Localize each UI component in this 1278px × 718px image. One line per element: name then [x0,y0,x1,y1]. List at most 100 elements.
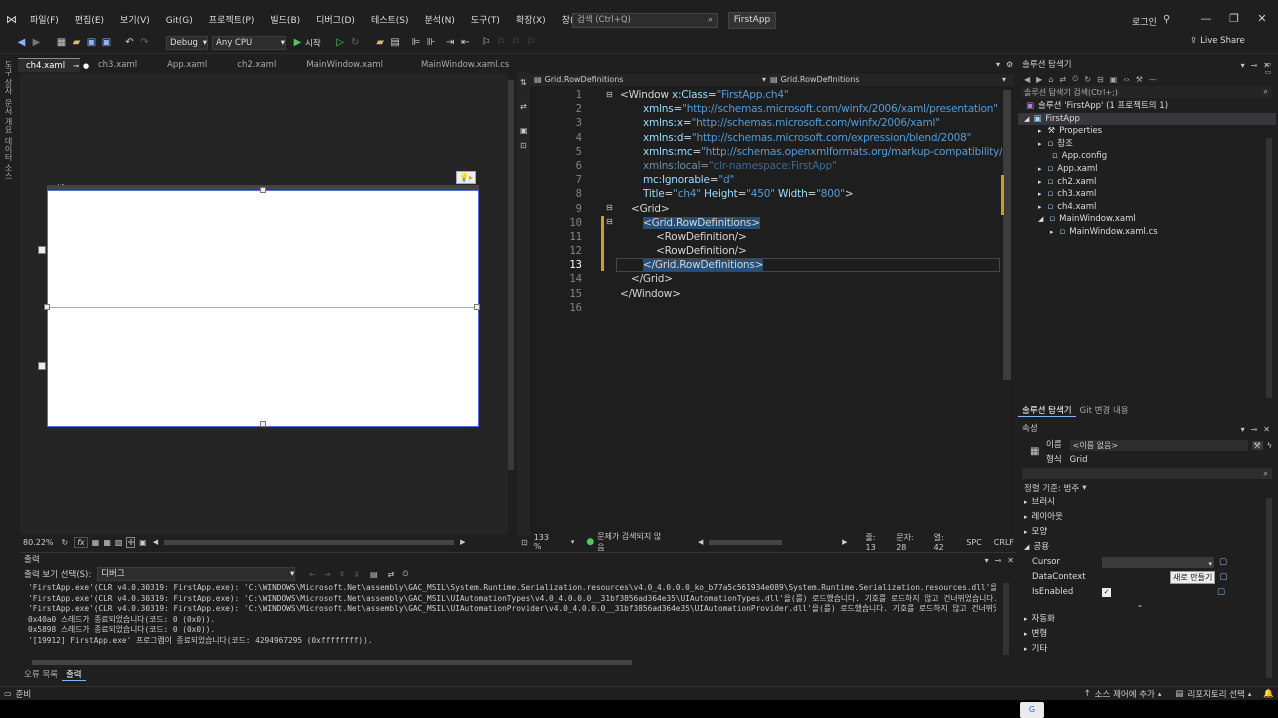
resize-handle-left[interactable] [44,304,50,310]
bookmark-next-icon[interactable]: ⚐ [511,37,522,48]
designer-scrollbar[interactable] [508,80,514,470]
new-datacontext-button[interactable]: 새로 만들기 [1170,571,1216,584]
tab-data-sources[interactable]: 데이터 소스 [3,137,14,180]
scroll-right-icon[interactable]: ▶ [842,538,847,546]
indent-icon[interactable]: ⇥ [445,37,456,48]
save-icon[interactable]: ▣ [86,37,97,48]
tab-git-changes[interactable]: Git 변경 내용 [1076,404,1133,416]
search-box[interactable]: 검색 (Ctrl+Q) ⌕ [572,13,718,28]
pin-icon[interactable]: ⊸ [73,59,79,73]
align-center-icon[interactable]: ⊪ [426,37,437,48]
account-icon[interactable]: ⚲ [1163,14,1170,25]
snap-grid-icon[interactable]: ▦ [103,538,111,547]
modified-dot-icon[interactable]: ● [83,59,89,73]
sort-by-dropdown[interactable]: 정렬 기준: 범주 ▾ [1024,482,1086,494]
output-vscroll[interactable] [1003,583,1009,655]
designer-zoom[interactable]: 80.22% [23,538,54,547]
show-more-icon[interactable]: ⌄ [1024,600,1256,612]
row-divider-line[interactable] [47,307,479,308]
restore-button[interactable]: ❐ [1224,12,1244,28]
menu-extensions[interactable]: 확장(X) [508,11,554,31]
chevron-down-icon[interactable]: ▾ [1241,61,1245,70]
tab-mainwindow-xaml[interactable]: MainWindow.xaml [298,58,391,72]
char-indicator[interactable]: 문자: 28 [896,532,923,552]
snap-lines-icon[interactable]: ✛ [126,536,136,548]
layout-icon[interactable]: ▤ [390,37,401,48]
hot-reload-icon[interactable]: ↻ [350,37,361,48]
tab-ch4-xaml[interactable]: ch4.xaml ⊸ ● [18,58,89,73]
bookmark-prev-icon[interactable]: ⚐ [496,37,507,48]
minimize-button[interactable]: — [1196,12,1216,28]
design-window-canvas[interactable] [47,190,479,427]
row-size-handle-bottom[interactable] [38,362,46,370]
redo-icon[interactable]: ↷ [139,37,150,48]
find-next-icon[interactable]: ⇥ [324,570,331,579]
back-icon[interactable]: ◀ [16,37,27,48]
tab-error-list[interactable]: 오류 목록 [20,668,62,680]
menu-project[interactable]: 프로젝트(P) [201,11,263,31]
cursor-select[interactable]: ▾ [1102,557,1214,568]
scroll-left-icon[interactable]: ◀ [698,538,703,546]
go-next-icon[interactable]: ⇟ [353,570,360,579]
back-icon[interactable]: ◀ [1024,75,1030,84]
tab-app-xaml[interactable]: App.xaml [159,58,215,72]
line-ending-indicator[interactable]: CRLF [994,538,1014,547]
menu-build[interactable]: 빌드(B) [262,11,308,31]
property-search-box[interactable]: ⌕ [1022,468,1272,479]
name-input[interactable]: <이름 없음> [1069,439,1248,451]
code-map-icon[interactable]: ⊡ [520,141,527,150]
chevron-down-icon[interactable]: ▾ [1241,425,1245,434]
category-brush[interactable]: ▸ 브러시 [1024,495,1256,510]
login-link[interactable]: 로그인 [1132,15,1157,28]
settings-icon[interactable]: ⚙ [1006,60,1013,69]
artboard-icon[interactable]: ▨ [115,538,123,547]
properties-icon[interactable]: ⚒ [1136,75,1143,84]
grid-view-icon[interactable]: ▦ [92,538,100,547]
collapse-icon[interactable]: ⊟ [606,203,613,212]
pin-icon[interactable]: ⊸ [1251,425,1258,434]
pin-icon[interactable]: ⊸ [1251,61,1258,70]
element-nav-left[interactable]: ▤ Grid.RowDefinitions ▾ [530,74,766,86]
properties-wrench-icon[interactable]: ⚒ [1251,440,1263,450]
pin-icon[interactable]: ⊸ [995,556,1002,565]
output-hscroll[interactable] [32,660,632,665]
menu-analyze[interactable]: 분석(N) [417,11,463,31]
tree-item[interactable]: ▸ ▫ 참조 [1018,138,1276,151]
menu-tools[interactable]: 도구(T) [463,11,508,31]
bookmark-icon[interactable]: ⚐ [481,37,492,48]
tab-toolbox[interactable]: 도구 상자 [3,60,14,95]
chevron-right-icon[interactable]: ▸ [1038,125,1042,138]
platform-select[interactable]: Any CPU ▾ [212,35,286,50]
scroll-right-icon[interactable]: ▶ [460,538,465,546]
tree-item[interactable]: ▫ App.config [1018,150,1276,163]
tab-overflow-icon[interactable]: ▾ [996,60,1000,69]
view-code-icon[interactable]: ‹› [1123,75,1129,84]
collapse-icon[interactable]: ⊟ [606,217,613,226]
chevron-right-icon[interactable]: ▸ [1038,176,1042,189]
line-indicator[interactable]: 줄: 13 [866,532,887,552]
property-marker-icon[interactable]: ▢ [1219,570,1227,585]
save-all-icon[interactable]: ▣ [101,37,112,48]
chevron-right-icon[interactable]: ▸ [1038,188,1042,201]
vs-logo-icon[interactable]: ⋈ [6,14,19,26]
editor-vscroll[interactable] [1003,90,1011,380]
designer-hscroll-thumb[interactable] [164,539,455,545]
resize-handle-right[interactable] [474,304,480,310]
tree-item-project[interactable]: ◢ ▣ FirstApp [1018,112,1276,126]
history-icon[interactable]: ⏲ [1072,74,1078,84]
row-size-handle-top[interactable] [38,246,46,254]
menu-edit[interactable]: 편집(E) [67,11,112,31]
collapse-all-icon[interactable]: ⊟ [1097,75,1104,84]
notification-bell-icon[interactable]: 🔔 [1263,689,1274,699]
tree-item[interactable]: ▸ ▫ ch3.xaml [1018,188,1276,201]
category-misc[interactable]: ▸ 기타 [1024,642,1256,657]
isenabled-checkbox[interactable]: ✓ [1102,588,1111,597]
chevron-down-icon[interactable]: ▾ [571,538,575,546]
code-text[interactable]: <Window x:Class="FirstApp.ch4" xmlns="ht… [620,88,1002,528]
menu-git[interactable]: Git(G) [158,11,201,31]
solution-explorer-toolbar-icon[interactable]: ▰ [375,37,386,48]
show-all-files-icon[interactable]: ▣ [1110,75,1118,84]
tab-document-outline[interactable]: 문서 개요 [3,99,14,134]
tree-item[interactable]: ▸ ▫ ch2.xaml [1018,176,1276,189]
tree-item[interactable]: ◢ ▫ MainWindow.xaml [1018,213,1276,226]
